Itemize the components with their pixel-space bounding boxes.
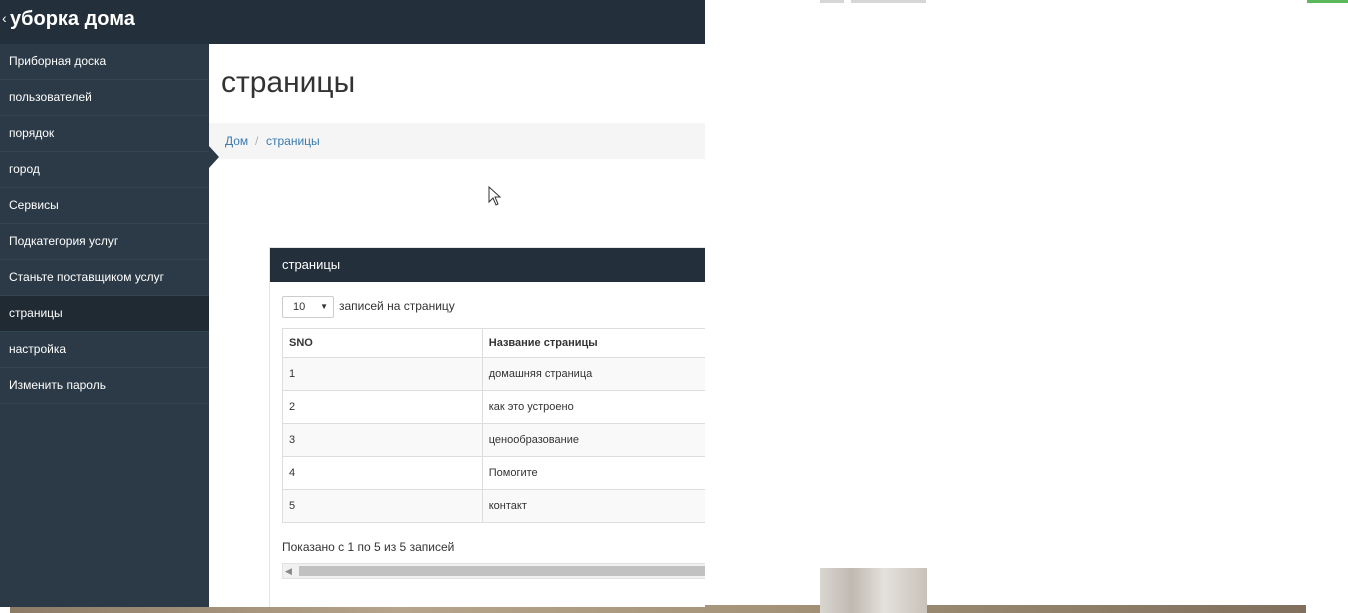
column-header-page-name[interactable]: Название страницы [481,328,705,358]
dropdown-arrow-icon: ▼ [320,302,328,311]
chevron-left-icon[interactable]: ‹ [2,10,10,28]
scrollbar-thumb[interactable] [299,566,705,576]
top-navbar: ‹ уборка дома [0,0,705,44]
sidebar-item-pages[interactable]: страницы [0,296,209,332]
page-length-label: записей на страницу [339,299,455,313]
brand-title[interactable]: уборка дома [10,8,135,31]
mouse-cursor-icon [488,186,502,206]
pages-table: SNO Название страницы 1 домашняя страниц… [282,328,705,523]
breadcrumb: Дом / страницы [209,123,705,159]
breadcrumb-current-link[interactable]: страницы [266,123,320,159]
sidebar-item-subcategories[interactable]: Подкатегория услуг [0,224,209,260]
cell-page-name: ценообразование [481,423,705,457]
active-item-caret-icon [209,146,219,168]
panel-title: страницы [270,248,705,282]
sidebar-item-services[interactable]: Сервисы [0,188,209,224]
horizontal-scrollbar[interactable]: ◀ [282,563,705,579]
table-header-row: SNO Название страницы [282,328,705,358]
cell-sno: 3 [282,423,483,457]
cell-sno: 4 [282,456,483,490]
cell-sno: 1 [282,357,483,391]
green-accent-bar [1307,0,1348,3]
cell-page-name: Помогите [481,456,705,490]
table-row: 2 как это устроено [282,390,705,424]
sidebar-item-become-provider[interactable]: Станьте поставщиком услуг [0,260,209,296]
sidebar-item-change-password[interactable]: Изменить пароль [0,368,209,404]
page-length-select[interactable]: 10 ▼ [282,296,334,318]
sidebar-item-users[interactable]: пользователей [0,80,209,116]
column-header-sno[interactable]: SNO [282,328,483,358]
background-photo-thumbnail [820,568,927,613]
sidebar: Приборная доска пользователей порядок го… [0,44,209,607]
cell-page-name: как это устроено [481,390,705,424]
page-length-value: 10 [293,301,306,313]
admin-app: ‹ уборка дома Приборная доска пользовате… [0,0,705,607]
sidebar-item-city[interactable]: город [0,152,209,188]
page-title: страницы [221,66,356,99]
sidebar-item-settings[interactable]: настройка [0,332,209,368]
sidebar-item-orders[interactable]: порядок [0,116,209,152]
divider [851,0,926,3]
breadcrumb-separator: / [255,134,259,148]
table-row: 4 Помогите [282,456,705,490]
cell-page-name: контакт [481,489,705,523]
cell-sno: 5 [282,489,483,523]
table-row: 1 домашняя страница [282,357,705,391]
pages-panel: страницы 10 ▼ записей на страницу SNO На… [269,247,705,607]
cell-sno: 2 [282,390,483,424]
table-row: 5 контакт [282,489,705,523]
table-info-text: Показано с 1 по 5 из 5 записей [282,540,455,554]
divider [820,0,844,3]
cell-page-name: домашняя страница [481,357,705,391]
main-content: страницы Дом / страницы страницы 10 ▼ за… [209,44,705,607]
scroll-left-arrow-icon[interactable]: ◀ [285,564,292,578]
breadcrumb-home-link[interactable]: Дом [225,123,248,159]
sidebar-item-dashboard[interactable]: Приборная доска [0,44,209,80]
table-row: 3 ценообразование [282,423,705,457]
